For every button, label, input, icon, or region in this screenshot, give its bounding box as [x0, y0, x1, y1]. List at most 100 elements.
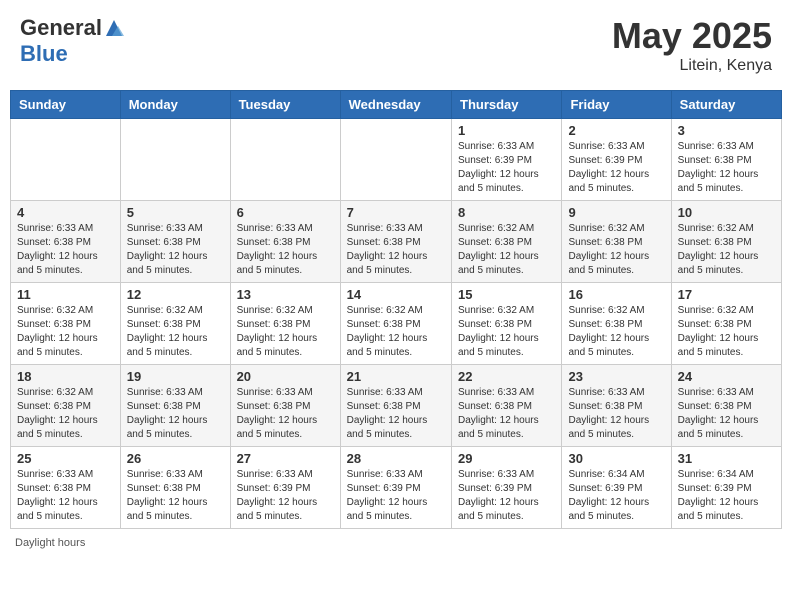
day-number: 11	[17, 287, 114, 302]
day-number: 3	[678, 123, 775, 138]
day-info: Sunrise: 6:33 AM Sunset: 6:39 PM Dayligh…	[237, 468, 334, 524]
header-thursday: Thursday	[452, 91, 562, 119]
day-info: Sunrise: 6:33 AM Sunset: 6:38 PM Dayligh…	[127, 468, 224, 524]
calendar-cell: 17Sunrise: 6:32 AM Sunset: 6:38 PM Dayli…	[671, 283, 781, 365]
day-info: Sunrise: 6:33 AM Sunset: 6:38 PM Dayligh…	[347, 386, 445, 442]
header-friday: Friday	[562, 91, 671, 119]
day-info: Sunrise: 6:33 AM Sunset: 6:38 PM Dayligh…	[237, 386, 334, 442]
day-number: 6	[237, 205, 334, 220]
calendar-cell: 8Sunrise: 6:32 AM Sunset: 6:38 PM Daylig…	[452, 201, 562, 283]
logo: General Blue	[20, 15, 124, 67]
day-info: Sunrise: 6:33 AM Sunset: 6:38 PM Dayligh…	[678, 140, 775, 196]
day-info: Sunrise: 6:33 AM Sunset: 6:38 PM Dayligh…	[458, 386, 555, 442]
logo-general-text: General	[20, 15, 102, 41]
calendar-cell	[340, 119, 451, 201]
day-number: 16	[568, 287, 664, 302]
day-info: Sunrise: 6:33 AM Sunset: 6:39 PM Dayligh…	[568, 140, 664, 196]
day-number: 23	[568, 369, 664, 384]
header-tuesday: Tuesday	[230, 91, 340, 119]
calendar-cell: 3 Sunrise: 6:33 AM Sunset: 6:38 PM Daylig…	[671, 119, 781, 201]
day-number: 9	[568, 205, 664, 220]
day-number: 27	[237, 451, 334, 466]
day-number: 25	[17, 451, 114, 466]
day-info: Sunrise: 6:32 AM Sunset: 6:38 PM Dayligh…	[347, 304, 445, 360]
calendar-cell: 9 Sunrise: 6:32 AM Sunset: 6:38 PM Daylig…	[562, 201, 671, 283]
calendar-cell: 19Sunrise: 6:33 AM Sunset: 6:38 PM Dayli…	[120, 365, 230, 447]
week-row-4: 18Sunrise: 6:32 AM Sunset: 6:38 PM Dayli…	[11, 365, 782, 447]
day-info: Sunrise: 6:33 AM Sunset: 6:38 PM Dayligh…	[17, 222, 114, 278]
day-number: 28	[347, 451, 445, 466]
week-row-1: 1 Sunrise: 6:33 AM Sunset: 6:39 PM Daylig…	[11, 119, 782, 201]
day-info: Sunrise: 6:33 AM Sunset: 6:38 PM Dayligh…	[237, 222, 334, 278]
month-year: May 2025	[612, 15, 772, 57]
day-info: Sunrise: 6:33 AM Sunset: 6:38 PM Dayligh…	[347, 222, 445, 278]
calendar-cell: 24Sunrise: 6:33 AM Sunset: 6:38 PM Dayli…	[671, 365, 781, 447]
calendar-cell: 5Sunrise: 6:33 AM Sunset: 6:38 PM Daylig…	[120, 201, 230, 283]
calendar-cell: 23 Sunrise: 6:33 AM Sunset: 6:38 PM Dayli…	[562, 365, 671, 447]
calendar-cell	[11, 119, 121, 201]
calendar-cell: 4 Sunrise: 6:33 AM Sunset: 6:38 PM Daylig…	[11, 201, 121, 283]
week-row-5: 25 Sunrise: 6:33 AM Sunset: 6:38 PM Dayli…	[11, 447, 782, 529]
header-wednesday: Wednesday	[340, 91, 451, 119]
day-number: 4	[17, 205, 114, 220]
day-number: 1	[458, 123, 555, 138]
header-monday: Monday	[120, 91, 230, 119]
calendar-cell: 7 Sunrise: 6:33 AM Sunset: 6:38 PM Daylig…	[340, 201, 451, 283]
week-row-3: 11 Sunrise: 6:32 AM Sunset: 6:38 PM Dayli…	[11, 283, 782, 365]
day-info: Sunrise: 6:34 AM Sunset: 6:39 PM Dayligh…	[678, 468, 775, 524]
calendar-cell: 14Sunrise: 6:32 AM Sunset: 6:38 PM Dayli…	[340, 283, 451, 365]
day-info: Sunrise: 6:33 AM Sunset: 6:38 PM Dayligh…	[568, 386, 664, 442]
day-number: 29	[458, 451, 555, 466]
day-info: Sunrise: 6:32 AM Sunset: 6:38 PM Dayligh…	[237, 304, 334, 360]
day-info: Sunrise: 6:34 AM Sunset: 6:39 PM Dayligh…	[568, 468, 664, 524]
location: Litein, Kenya	[612, 57, 772, 75]
day-number: 7	[347, 205, 445, 220]
day-number: 12	[127, 287, 224, 302]
day-info: Sunrise: 6:32 AM Sunset: 6:38 PM Dayligh…	[458, 304, 555, 360]
calendar-cell: 22 Sunrise: 6:33 AM Sunset: 6:38 PM Dayli…	[452, 365, 562, 447]
weekday-header-row: Sunday Monday Tuesday Wednesday Thursday…	[11, 91, 782, 119]
calendar-cell: 10 Sunrise: 6:32 AM Sunset: 6:38 PM Dayli…	[671, 201, 781, 283]
day-info: Sunrise: 6:32 AM Sunset: 6:38 PM Dayligh…	[17, 386, 114, 442]
calendar-cell: 20Sunrise: 6:33 AM Sunset: 6:38 PM Dayli…	[230, 365, 340, 447]
day-number: 31	[678, 451, 775, 466]
day-number: 10	[678, 205, 775, 220]
day-info: Sunrise: 6:32 AM Sunset: 6:38 PM Dayligh…	[17, 304, 114, 360]
day-number: 21	[347, 369, 445, 384]
calendar-cell: 15 Sunrise: 6:32 AM Sunset: 6:38 PM Dayli…	[452, 283, 562, 365]
calendar-cell: 26 Sunrise: 6:33 AM Sunset: 6:38 PM Dayli…	[120, 447, 230, 529]
calendar-cell: 18Sunrise: 6:32 AM Sunset: 6:38 PM Dayli…	[11, 365, 121, 447]
day-info: Sunrise: 6:33 AM Sunset: 6:39 PM Dayligh…	[458, 468, 555, 524]
calendar-cell: 6 Sunrise: 6:33 AM Sunset: 6:38 PM Daylig…	[230, 201, 340, 283]
day-number: 22	[458, 369, 555, 384]
calendar-cell: 31 Sunrise: 6:34 AM Sunset: 6:39 PM Dayli…	[671, 447, 781, 529]
day-number: 13	[237, 287, 334, 302]
day-info: Sunrise: 6:32 AM Sunset: 6:38 PM Dayligh…	[568, 222, 664, 278]
calendar-cell: 16 Sunrise: 6:32 AM Sunset: 6:38 PM Dayli…	[562, 283, 671, 365]
week-row-2: 4 Sunrise: 6:33 AM Sunset: 6:38 PM Daylig…	[11, 201, 782, 283]
day-info: Sunrise: 6:33 AM Sunset: 6:38 PM Dayligh…	[678, 386, 775, 442]
day-info: Sunrise: 6:32 AM Sunset: 6:38 PM Dayligh…	[678, 222, 775, 278]
day-number: 15	[458, 287, 555, 302]
day-info: Sunrise: 6:33 AM Sunset: 6:38 PM Dayligh…	[127, 386, 224, 442]
title-section: May 2025 Litein, Kenya	[612, 15, 772, 75]
day-info: Sunrise: 6:32 AM Sunset: 6:38 PM Dayligh…	[127, 304, 224, 360]
calendar-cell: 21 Sunrise: 6:33 AM Sunset: 6:38 PM Dayli…	[340, 365, 451, 447]
day-info: Sunrise: 6:33 AM Sunset: 6:38 PM Dayligh…	[17, 468, 114, 524]
header-sunday: Sunday	[11, 91, 121, 119]
calendar-cell: 1 Sunrise: 6:33 AM Sunset: 6:39 PM Daylig…	[452, 119, 562, 201]
calendar-cell: 2 Sunrise: 6:33 AM Sunset: 6:39 PM Daylig…	[562, 119, 671, 201]
day-info: Sunrise: 6:33 AM Sunset: 6:39 PM Dayligh…	[458, 140, 555, 196]
day-number: 2	[568, 123, 664, 138]
calendar-cell: 29 Sunrise: 6:33 AM Sunset: 6:39 PM Dayli…	[452, 447, 562, 529]
calendar-cell: 12 Sunrise: 6:32 AM Sunset: 6:38 PM Dayli…	[120, 283, 230, 365]
calendar-cell	[120, 119, 230, 201]
calendar-cell: 13 Sunrise: 6:32 AM Sunset: 6:38 PM Dayli…	[230, 283, 340, 365]
calendar-cell: 25 Sunrise: 6:33 AM Sunset: 6:38 PM Dayli…	[11, 447, 121, 529]
day-number: 8	[458, 205, 555, 220]
day-info: Sunrise: 6:32 AM Sunset: 6:38 PM Dayligh…	[568, 304, 664, 360]
day-number: 30	[568, 451, 664, 466]
calendar-cell: 30 Sunrise: 6:34 AM Sunset: 6:39 PM Dayli…	[562, 447, 671, 529]
calendar-cell: 11 Sunrise: 6:32 AM Sunset: 6:38 PM Dayli…	[11, 283, 121, 365]
day-number: 26	[127, 451, 224, 466]
